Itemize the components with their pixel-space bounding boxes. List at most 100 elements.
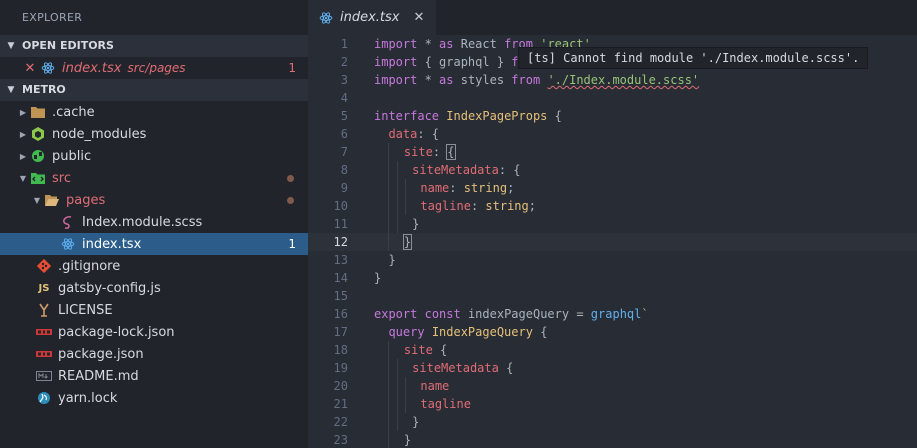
tree-item-src[interactable]: ▼ src [0, 167, 308, 189]
code-token: ; [528, 199, 536, 213]
code-token: * [417, 37, 440, 51]
tree-item-gitignore[interactable]: .gitignore [0, 255, 308, 277]
license-icon [36, 302, 52, 318]
code-line: 15 [308, 287, 917, 305]
tree-item-cache[interactable]: ▶ .cache [0, 101, 308, 123]
code-line: 14 } [308, 269, 917, 287]
open-editors-header[interactable]: ▼ OPEN EDITORS [0, 35, 308, 57]
code-line: 13 } [308, 251, 917, 269]
tree-item-public[interactable]: ▶ public [0, 145, 308, 167]
project-label: METRO [22, 83, 66, 96]
code-line: 4 [308, 89, 917, 107]
code-token: string [485, 199, 529, 213]
code-line: 9 name: string; [308, 179, 917, 197]
code-token: styles [453, 73, 512, 87]
code-line: 19 siteMetadata { [308, 359, 917, 377]
code-token: * [417, 73, 440, 87]
react-icon [40, 60, 56, 76]
code-line: 7 site: { [308, 143, 917, 161]
tree-item-index-tsx[interactable]: index.tsx 1 [0, 233, 308, 255]
code-token: { graphql } [417, 55, 512, 69]
git-icon [36, 258, 52, 274]
code-token: } [412, 415, 420, 429]
tree-item-index-scss[interactable]: Index.module.scss [0, 211, 308, 233]
tree-item-node-modules[interactable]: ▶ node_modules [0, 123, 308, 145]
tree-item-yarn-lock[interactable]: yarn.lock [0, 387, 308, 409]
explorer-sidebar: EXPLORER ▼ OPEN EDITORS ✕ index.tsx src/… [0, 0, 308, 448]
tree-item-label: package-lock.json [58, 324, 175, 340]
public-folder-icon [30, 148, 46, 164]
code-token: export [374, 307, 418, 321]
problem-count-badge: 1 [288, 61, 296, 75]
code-editor[interactable]: 1 import * as React from 'react' 2 impor… [308, 35, 917, 448]
code-token: tagline [420, 397, 471, 411]
tab-index-tsx[interactable]: index.tsx ✕ [308, 0, 437, 35]
code-token: data [388, 127, 418, 141]
line-number: 3 [340, 73, 348, 87]
tree-item-label: .gitignore [58, 258, 121, 274]
tree-item-package-json[interactable]: package.json [0, 343, 308, 365]
tree-item-readme[interactable]: README.md [0, 365, 308, 387]
folder-open-icon [44, 192, 60, 208]
code-line: 17 query IndexPageQuery { [308, 323, 917, 341]
line-number: 8 [340, 163, 348, 177]
react-icon [60, 236, 76, 252]
tree-item-gatsby-config[interactable]: JS gatsby-config.js [0, 277, 308, 299]
modified-dot [287, 196, 294, 204]
tree-item-label: node_modules [52, 126, 147, 142]
explorer-title: EXPLORER [22, 11, 83, 24]
code-token: name [420, 181, 450, 195]
line-number: 2 [340, 55, 348, 69]
tree-item-package-lock[interactable]: package-lock.json [0, 321, 308, 343]
tree-item-label: src [52, 170, 71, 186]
line-number: 15 [333, 289, 348, 303]
line-number: 1 [340, 37, 348, 51]
code-token: const [424, 307, 461, 321]
line-number: 6 [340, 127, 348, 141]
code-token: import [374, 73, 418, 87]
code-token: : [470, 199, 486, 213]
code-token: : [432, 145, 448, 159]
tree-item-label: pages [66, 192, 106, 208]
close-icon[interactable]: ✕ [414, 10, 425, 25]
tree-item-label: yarn.lock [58, 390, 118, 406]
sass-icon [60, 214, 76, 230]
project-header[interactable]: ▼ METRO [0, 79, 308, 101]
tree-item-label: README.md [58, 368, 139, 384]
chevron-down-icon: ▼ [19, 173, 27, 183]
close-icon[interactable]: ✕ [22, 61, 38, 76]
code-token: site [403, 145, 433, 159]
code-line: 3 import * as styles from './Index.modul… [308, 71, 917, 89]
line-number: 21 [333, 397, 348, 411]
code-token: ; [507, 181, 515, 195]
code-token: { [547, 109, 562, 123]
code-token: name [420, 379, 450, 393]
code-line: 11 } [308, 215, 917, 233]
code-token: site [403, 343, 433, 357]
code-token: import [374, 55, 418, 69]
code-token: IndexPageProps [446, 109, 548, 123]
code-token: ` [641, 307, 649, 321]
tree-item-label: package.json [58, 346, 144, 362]
tree-item-license[interactable]: LICENSE [0, 299, 308, 321]
line-number: 13 [333, 253, 348, 267]
code-token: } [388, 253, 396, 267]
code-token: interface [374, 109, 440, 123]
open-editor-path: src/pages [127, 61, 186, 75]
tab-label: index.tsx [340, 10, 400, 25]
line-number: 11 [333, 217, 348, 231]
line-number: 16 [333, 307, 348, 321]
line-number: 5 [340, 109, 348, 123]
code-token: import [374, 37, 418, 51]
code-token: } [403, 433, 412, 447]
tree-item-label: LICENSE [58, 302, 113, 318]
line-number: 20 [333, 379, 348, 393]
open-editor-item[interactable]: ✕ index.tsx src/pages 1 [0, 57, 308, 79]
tree-item-pages[interactable]: ▼ pages [0, 189, 308, 211]
code-line: 16 export const indexPageQuery = graphql… [308, 305, 917, 323]
chevron-right-icon: ▶ [19, 129, 27, 139]
error-squiggle[interactable]: './Index.module.scss' [547, 73, 699, 87]
javascript-icon: JS [38, 282, 50, 294]
open-editor-filename: index.tsx [62, 60, 122, 76]
tree-item-label: public [52, 148, 92, 164]
